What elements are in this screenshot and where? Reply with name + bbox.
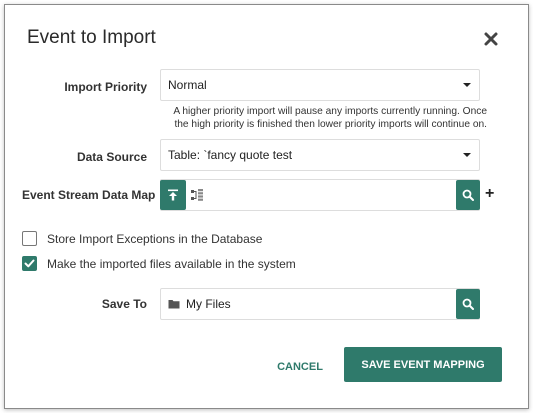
save-to-label: Save To — [101, 297, 147, 311]
upload-icon[interactable] — [160, 180, 186, 210]
store-exceptions-option: Store Import Exceptions in the Database — [22, 231, 262, 246]
make-available-checkbox[interactable] — [22, 256, 37, 271]
save-to-field: My Files — [160, 288, 480, 320]
search-icon[interactable] — [456, 289, 480, 319]
save-event-mapping-button[interactable]: SAVE EVENT MAPPING — [344, 347, 502, 382]
event-stream-label: Event Stream Data Map — [22, 188, 156, 202]
save-to-value[interactable]: My Files — [180, 297, 456, 311]
import-priority-label: Import Priority — [64, 80, 147, 94]
dialog-title: Event to Import — [27, 27, 156, 48]
store-exceptions-label: Store Import Exceptions in the Database — [47, 231, 263, 246]
make-available-label: Make the imported files available in the… — [47, 256, 296, 271]
cancel-button[interactable]: CANCEL — [268, 356, 332, 378]
data-source-value: Table: `fancy quote test — [168, 148, 293, 162]
store-exceptions-checkbox[interactable] — [22, 231, 37, 246]
make-available-option: Make the imported files available in the… — [22, 256, 296, 271]
folder-icon — [168, 299, 180, 309]
chevron-down-icon — [463, 83, 471, 87]
add-data-map-button[interactable]: + — [485, 185, 494, 203]
import-priority-value: Normal — [168, 78, 207, 92]
close-icon[interactable] — [482, 30, 500, 48]
checkmark-icon — [24, 259, 35, 268]
import-priority-help: A higher priority import will pause any … — [173, 106, 487, 130]
data-map-icon — [190, 188, 204, 202]
data-source-label: Data Source — [76, 150, 147, 164]
search-icon[interactable] — [456, 180, 480, 210]
data-source-select[interactable]: Table: `fancy quote test — [160, 139, 480, 171]
import-priority-select[interactable]: Normal — [160, 69, 480, 101]
chevron-down-icon — [463, 153, 471, 157]
event-stream-field — [160, 179, 480, 211]
